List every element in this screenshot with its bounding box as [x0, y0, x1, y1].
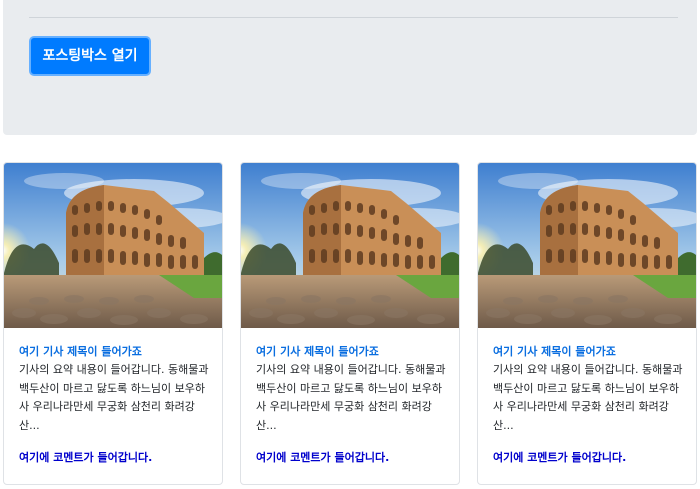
card-comment-link[interactable]: 여기에 코멘트가 들어갑니다.: [493, 450, 688, 466]
card-summary: 기사의 요약 내용이 들어갑니다. 동해물과 백두산이 마르고 닳도록 하느님이…: [493, 363, 683, 432]
card-comment-link[interactable]: 여기에 코멘트가 들어갑니다.: [19, 450, 214, 466]
card-image-colosseum[interactable]: [4, 163, 222, 328]
card-title-link[interactable]: 여기 기사 제목이 들어가죠: [256, 344, 451, 360]
card-summary: 기사의 요약 내용이 들어갑니다. 동해물과 백두산이 마르고 닳도록 하느님이…: [19, 363, 209, 432]
card-comment-link[interactable]: 여기에 코멘트가 들어갑니다.: [256, 450, 451, 466]
card-image-colosseum[interactable]: [241, 163, 459, 328]
hero-panel: 포스팅박스 열기: [3, 0, 697, 135]
card-image-colosseum[interactable]: [478, 163, 696, 328]
article-card: 여기 기사 제목이 들어가죠 기사의 요약 내용이 들어갑니다. 동해물과 백두…: [3, 162, 223, 485]
article-card: 여기 기사 제목이 들어가죠 기사의 요약 내용이 들어갑니다. 동해물과 백두…: [477, 162, 697, 485]
hero-divider: [29, 17, 678, 18]
card-title-link[interactable]: 여기 기사 제목이 들어가죠: [493, 344, 688, 360]
card-title-link[interactable]: 여기 기사 제목이 들어가죠: [19, 344, 214, 360]
open-posting-box-button[interactable]: 포스팅박스 열기: [29, 36, 151, 76]
card-summary: 기사의 요약 내용이 들어갑니다. 동해물과 백두산이 마르고 닳도록 하느님이…: [256, 363, 446, 432]
article-card: 여기 기사 제목이 들어가죠 기사의 요약 내용이 들어갑니다. 동해물과 백두…: [240, 162, 460, 485]
